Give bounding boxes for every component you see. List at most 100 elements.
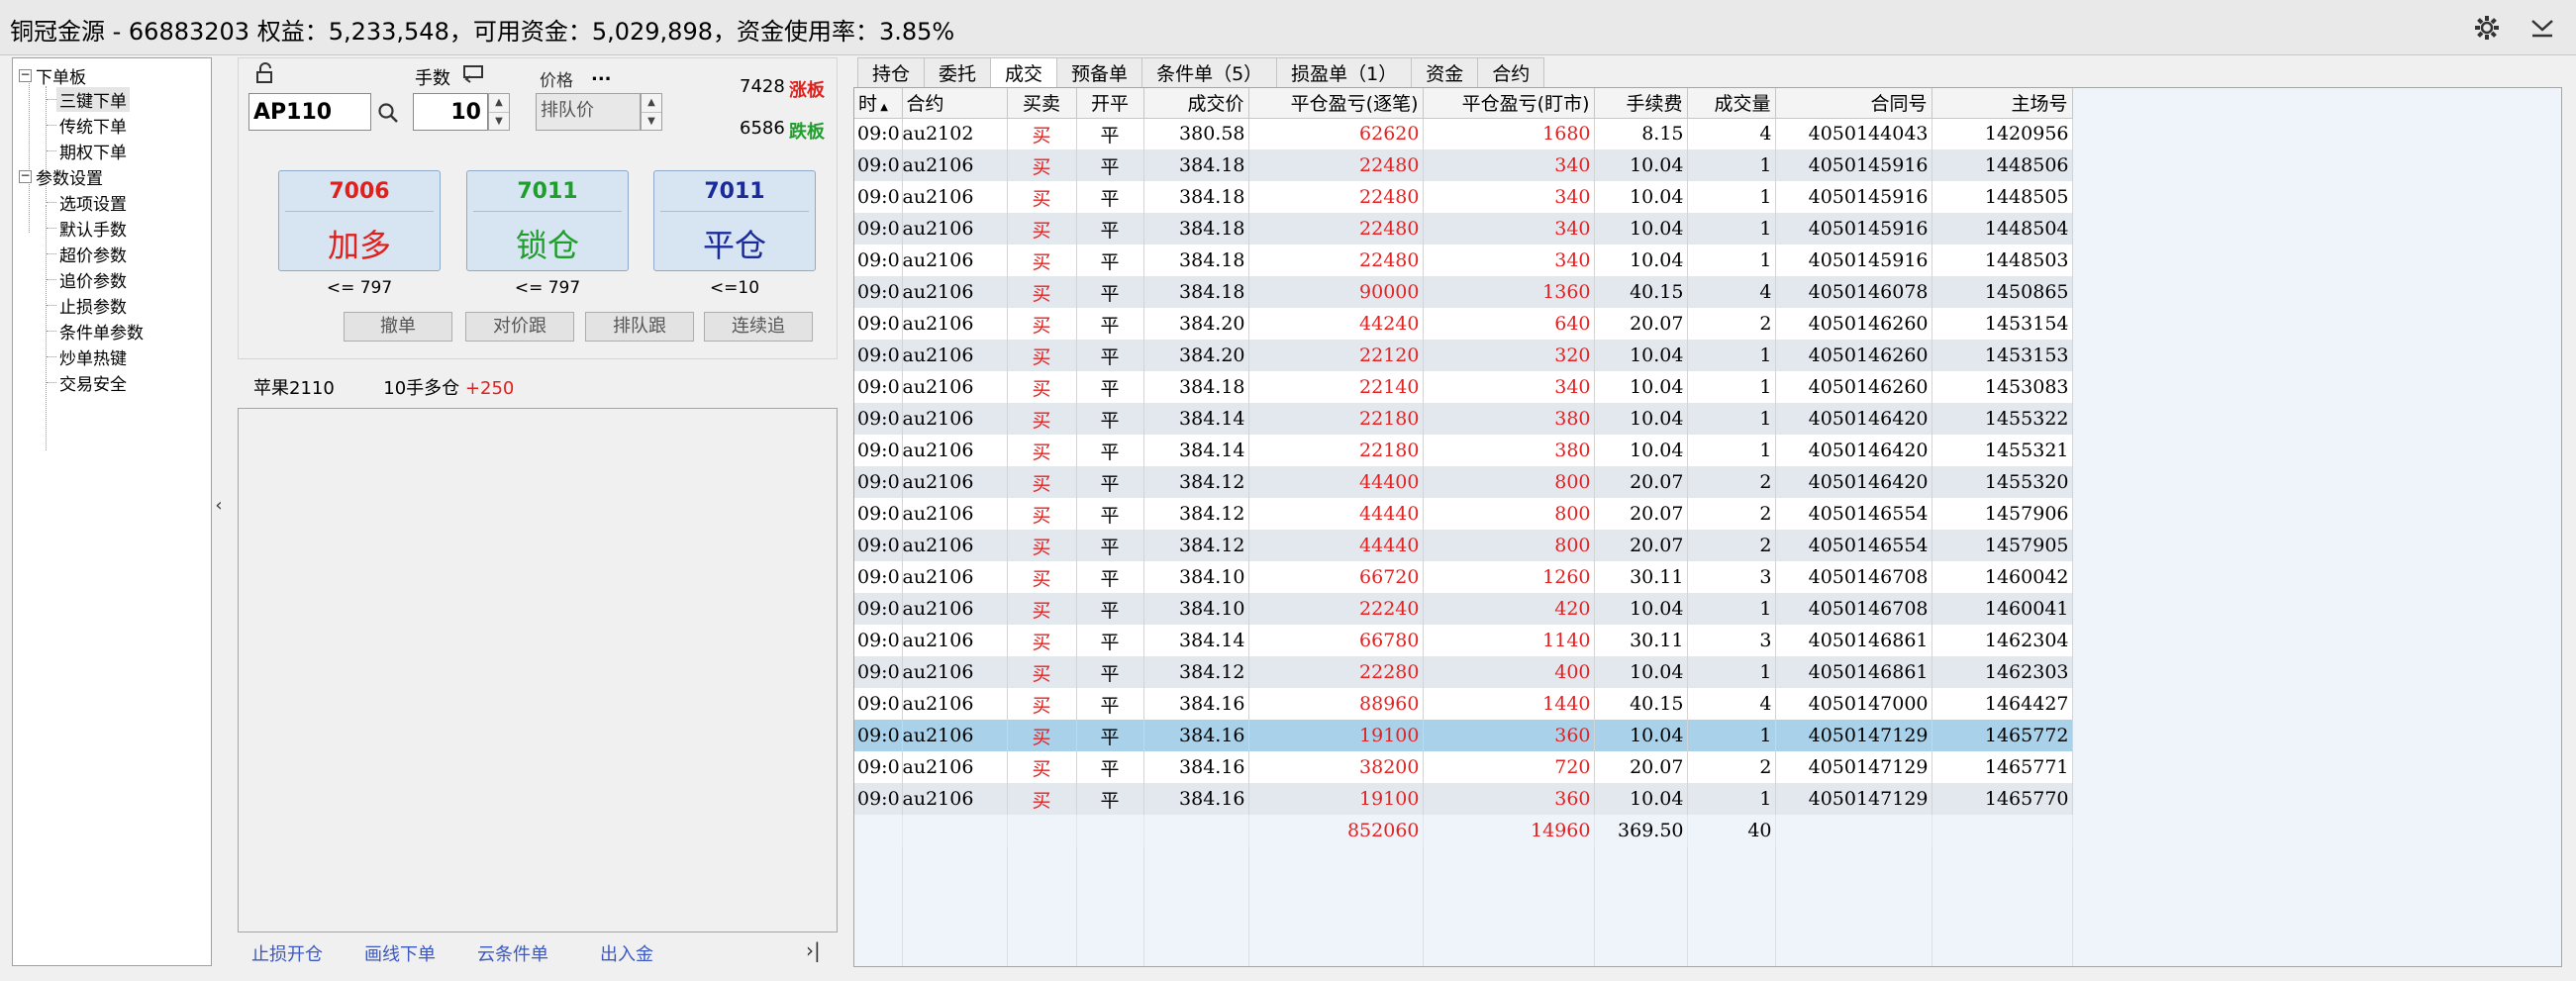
- tree-item-options[interactable]: 选项设置: [59, 190, 127, 215]
- tab-trades[interactable]: 成交: [990, 57, 1058, 87]
- tree-item-chase[interactable]: 追价参数: [59, 267, 127, 292]
- continuous-chase-button[interactable]: 连续追: [704, 312, 813, 342]
- cell-pnl-mark: 800: [1423, 498, 1595, 530]
- tab-positions[interactable]: 持仓: [857, 57, 926, 87]
- cell-exchange-no: 1455320: [1932, 466, 2073, 498]
- funds-transfer-link[interactable]: 出入金: [600, 940, 653, 966]
- column-header-pnl-trade[interactable]: 平仓盈亏(逐笔): [1248, 88, 1424, 119]
- column-header-pnl-mark[interactable]: 平仓盈亏(盯市): [1423, 88, 1595, 119]
- cell-pnl-mark: 380: [1423, 403, 1595, 435]
- search-icon[interactable]: [377, 102, 399, 128]
- chart-area: [238, 408, 838, 932]
- cloud-conditional-link[interactable]: 云条件单: [477, 940, 548, 966]
- swap-icon[interactable]: [462, 64, 484, 88]
- tree-item-overprice[interactable]: 超价参数: [59, 242, 127, 266]
- table-row[interactable]: 09:0 au2106 买平 384.20 44240 640 20.07 2 40501462…: [854, 308, 2073, 340]
- cell-price: 384.18: [1143, 371, 1249, 403]
- column-header-side[interactable]: 买卖: [1007, 88, 1077, 119]
- collapse-icon[interactable]: −: [19, 169, 32, 183]
- table-row[interactable]: 09:0 au2106 买平 384.14 66780 1140 30.11 3 4050146…: [854, 625, 2073, 656]
- cell-volume: 2: [1687, 751, 1776, 783]
- column-header-price[interactable]: 成交价: [1143, 88, 1249, 119]
- column-header-time[interactable]: 时 ▲: [854, 88, 903, 119]
- column-header-contract-no[interactable]: 合同号: [1775, 88, 1932, 119]
- tab-stop[interactable]: 损盈单（1）: [1276, 57, 1413, 87]
- table-row[interactable]: 09:0 au2106 买平 384.20 22120 320 10.04 1 40501462…: [854, 340, 2073, 371]
- table-row[interactable]: 09:0 au2106 买平 384.10 22240 420 10.04 1 40501467…: [854, 593, 2073, 625]
- table-row[interactable]: 09:0 au2106 买平 384.10 66720 1260 30.11 3 4050146…: [854, 561, 2073, 593]
- table-row[interactable]: 09:0 au2106 买平 384.18 90000 1360 40.15 4 4050146…: [854, 276, 2073, 308]
- cell-exchange-no: 1464427: [1932, 688, 2073, 720]
- column-header-contract[interactable]: 合约: [902, 88, 1008, 119]
- add-long-button[interactable]: 7006 加多: [278, 170, 441, 271]
- counter-price-follow-button[interactable]: 对价跟: [465, 312, 574, 342]
- line-order-link[interactable]: 画线下单: [364, 940, 436, 966]
- stoploss-open-link[interactable]: 止损开仓: [251, 940, 323, 966]
- close-position-label: 平仓: [702, 227, 766, 264]
- cell-pnl-trade: 22120: [1248, 340, 1424, 371]
- jump-end-icon[interactable]: ›|: [806, 938, 821, 962]
- cell-exchange-no: 1465772: [1932, 720, 2073, 751]
- tab-orders[interactable]: 委托: [924, 57, 992, 87]
- add-long-price: 7006: [329, 179, 390, 204]
- price-input[interactable]: 排队价: [536, 93, 641, 131]
- table-row[interactable]: 09:0 au2106 买平 384.12 44400 800 20.07 2 40501464…: [854, 466, 2073, 498]
- gear-icon[interactable]: [2471, 12, 2503, 44]
- tree-item-security[interactable]: 交易安全: [59, 370, 127, 395]
- cell-exchange-no: 1462304: [1932, 625, 2073, 656]
- tree-group-params[interactable]: − 参数设置: [19, 164, 103, 189]
- lock-position-button[interactable]: 7011 锁仓: [466, 170, 629, 271]
- cell-pnl-trade: 88960: [1248, 688, 1424, 720]
- table-row[interactable]: 09:0 au2106 买平 384.18 22480 340 10.04 1 40501459…: [854, 213, 2073, 245]
- lots-stepper[interactable]: ▲ ▼: [488, 93, 510, 131]
- tab-conditional[interactable]: 条件单（5）: [1141, 57, 1278, 87]
- table-row[interactable]: 09:0 au2106 买平 384.18 22480 340 10.04 1 40501459…: [854, 149, 2073, 181]
- tree-item-conditional[interactable]: 条件单参数: [59, 319, 144, 343]
- tab-funds[interactable]: 资金: [1411, 57, 1479, 87]
- table-row[interactable]: 09:0 au2106 买平 384.16 38200 720 20.07 2 40501471…: [854, 751, 2073, 783]
- cell-side: 买: [1007, 720, 1077, 751]
- table-row[interactable]: 09:0 au2106 买平 384.12 22280 400 10.04 1 40501468…: [854, 656, 2073, 688]
- table-row[interactable]: 09:0 au2106 买平 384.18 22480 340 10.04 1 40501459…: [854, 181, 2073, 213]
- tree-item-option-order[interactable]: 期权下单: [59, 139, 127, 163]
- tree-item-default-lots[interactable]: 默认手数: [59, 216, 127, 241]
- cell-volume: 2: [1687, 466, 1776, 498]
- table-row[interactable]: 09:0 au2102 买平 380.58 62620 1680 8.15 4 40501440…: [854, 118, 2073, 149]
- cancel-order-button[interactable]: 撤单: [344, 312, 452, 342]
- price-stepper[interactable]: ▲ ▼: [641, 93, 662, 131]
- unlock-icon[interactable]: [254, 62, 276, 88]
- tree-group-order-board[interactable]: − 下单板: [19, 63, 86, 88]
- cell-contract: au2106: [902, 498, 1008, 530]
- table-row[interactable]: 09:0 au2106 买平 384.16 19100 360 10.04 1 40501471…: [854, 720, 2073, 751]
- table-row[interactable]: 09:0 au2106 买平 384.18 22480 340 10.04 1 40501459…: [854, 245, 2073, 276]
- tree-item-hotkeys[interactable]: 炒单热键: [59, 344, 127, 369]
- price-more-button[interactable]: ...: [591, 64, 612, 85]
- collapse-icon[interactable]: −: [19, 68, 32, 82]
- table-row[interactable]: 09:0 au2106 买平 384.14 22180 380 10.04 1 40501464…: [854, 403, 2073, 435]
- lots-input[interactable]: 10: [413, 93, 488, 131]
- table-row[interactable]: 09:0 au2106 买平 384.16 88960 1440 40.15 4 4050147…: [854, 688, 2073, 720]
- tab-contracts[interactable]: 合约: [1477, 57, 1545, 87]
- table-row[interactable]: 09:0 au2106 买平 384.12 44440 800 20.07 2 40501465…: [854, 530, 2073, 561]
- table-row[interactable]: 09:0 au2106 买平 384.12 44440 800 20.07 2 40501465…: [854, 498, 2073, 530]
- table-row[interactable]: 09:0 au2106 买平 384.16 19100 360 10.04 1 40501471…: [854, 783, 2073, 815]
- chevron-down-icon[interactable]: [2526, 12, 2558, 44]
- tree-item-stoploss[interactable]: 止损参数: [59, 293, 127, 318]
- column-header-fee[interactable]: 手续费: [1594, 88, 1688, 119]
- cell-fee: 20.07: [1594, 530, 1688, 561]
- queue-follow-button[interactable]: 排队跟: [585, 312, 694, 342]
- column-header-volume[interactable]: 成交量: [1687, 88, 1776, 119]
- tree-item-traditional-order[interactable]: 传统下单: [59, 113, 127, 138]
- table-row[interactable]: 09:0 au2106 买平 384.18 22140 340 10.04 1 40501462…: [854, 371, 2073, 403]
- tab-prepared[interactable]: 预备单: [1056, 57, 1143, 87]
- cell-pnl-mark: 1440: [1423, 688, 1595, 720]
- tree-item-three-key-order[interactable]: 三键下单: [56, 87, 130, 112]
- symbol-input[interactable]: AP110: [248, 93, 371, 131]
- close-position-button[interactable]: 7011 平仓: [653, 170, 816, 271]
- column-header-exchange-no[interactable]: 主场号: [1932, 88, 2073, 119]
- column-header-open-close[interactable]: 开平: [1076, 88, 1144, 119]
- collapse-panel-icon[interactable]: ‹: [212, 495, 226, 525]
- cell-pnl-trade: 19100: [1248, 783, 1424, 815]
- table-row[interactable]: 09:0 au2106 买平 384.14 22180 380 10.04 1 40501464…: [854, 435, 2073, 466]
- cell-contract-no: 4050146861: [1775, 656, 1932, 688]
